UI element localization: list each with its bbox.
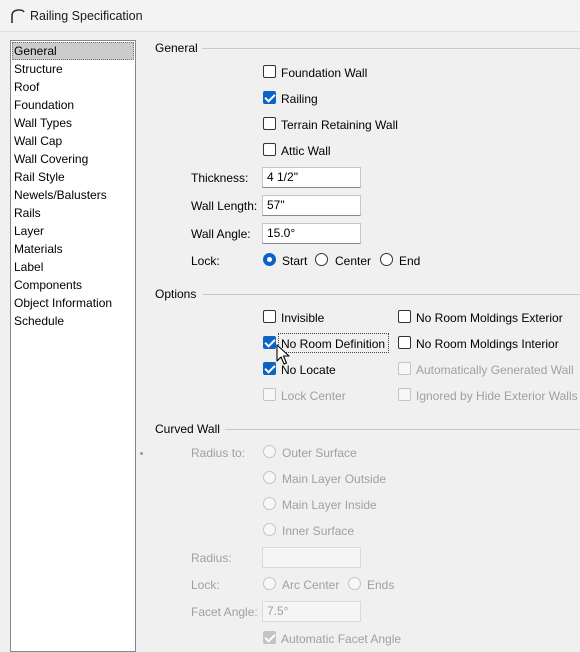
foundation-wall-label: Foundation Wall (281, 66, 368, 80)
nav-item-general[interactable]: General (12, 42, 134, 60)
facet-angle-input: 7.5° (262, 601, 361, 622)
nav-item-label[interactable]: Label (12, 258, 134, 276)
no-room-moldings-exterior-checkbox[interactable] (398, 310, 411, 323)
category-list[interactable]: General Structure Roof Foundation Wall T… (10, 40, 136, 652)
lock-center-radio[interactable] (315, 253, 328, 266)
radius-to-label: Radius to: (191, 446, 246, 460)
nav-item-layer[interactable]: Layer (12, 222, 134, 240)
wall-length-label: Wall Length: (191, 199, 258, 213)
automatic-facet-angle-checkbox (263, 631, 276, 644)
inner-surface-radio (263, 523, 276, 536)
wall-angle-input[interactable]: 15.0° (262, 223, 361, 244)
terrain-retaining-wall-label: Terrain Retaining Wall (281, 118, 398, 132)
radius-label: Radius: (191, 551, 232, 565)
ends-label: Ends (367, 578, 395, 592)
lock-start-label: Start (282, 254, 308, 268)
thickness-input[interactable]: 4 1/2" (262, 167, 361, 188)
nav-item-rail-style[interactable]: Rail Style (12, 168, 134, 186)
options-group-divider (203, 294, 580, 295)
automatically-generated-wall-checkbox (398, 362, 411, 375)
nav-item-components[interactable]: Components (12, 276, 134, 294)
lock-center-option-label: Lock Center (281, 389, 346, 403)
facet-angle-label: Facet Angle: (191, 605, 258, 619)
splitter-grip[interactable] (140, 452, 143, 455)
curved-wall-app-icon (11, 9, 25, 23)
attic-wall-label: Attic Wall (281, 144, 331, 158)
railing-checkbox[interactable] (263, 91, 276, 104)
nav-item-roof[interactable]: Roof (12, 78, 134, 96)
no-room-moldings-exterior-label: No Room Moldings Exterior (416, 311, 563, 325)
attic-wall-checkbox[interactable] (263, 143, 276, 156)
arc-center-label: Arc Center (282, 578, 340, 592)
nav-item-newels-balusters[interactable]: Newels/Balusters (12, 186, 134, 204)
ignored-by-hide-exterior-walls-checkbox (398, 388, 411, 401)
ignored-by-hide-exterior-walls-label: Ignored by Hide Exterior Walls (416, 389, 578, 403)
main-layer-outside-radio (263, 471, 276, 484)
general-group-title: General (155, 41, 198, 55)
inner-surface-label: Inner Surface (282, 524, 355, 538)
outer-surface-radio (263, 445, 276, 458)
nav-item-wall-types[interactable]: Wall Types (12, 114, 134, 132)
window-title: Railing Specification (30, 9, 143, 23)
wall-angle-label: Wall Angle: (191, 227, 251, 241)
invisible-checkbox[interactable] (263, 310, 276, 323)
curved-lock-label: Lock: (191, 578, 220, 592)
arc-center-radio (263, 577, 276, 590)
nav-item-structure[interactable]: Structure (12, 60, 134, 78)
nav-item-object-information[interactable]: Object Information (12, 294, 134, 312)
no-room-definition-label: No Room Definition (281, 337, 386, 351)
mouse-cursor-icon (276, 344, 290, 365)
foundation-wall-checkbox[interactable] (263, 65, 276, 78)
main-layer-outside-label: Main Layer Outside (282, 472, 387, 486)
lock-center-label: Center (335, 254, 372, 268)
outer-surface-label: Outer Surface (282, 446, 357, 460)
lock-end-label: End (399, 254, 421, 268)
title-bar: Railing Specification (0, 0, 580, 32)
main-layer-inside-radio (263, 497, 276, 510)
wall-length-input[interactable]: 57" (262, 195, 361, 216)
automatic-facet-angle-label: Automatic Facet Angle (281, 632, 402, 646)
nav-item-foundation[interactable]: Foundation (12, 96, 134, 114)
lock-label: Lock: (191, 254, 220, 268)
lock-end-radio[interactable] (380, 253, 393, 266)
no-room-moldings-interior-label: No Room Moldings Interior (416, 337, 559, 351)
lock-start-radio[interactable] (263, 253, 276, 266)
curved-wall-group-title: Curved Wall (155, 422, 220, 436)
nav-item-rails[interactable]: Rails (12, 204, 134, 222)
options-group-title: Options (155, 287, 197, 301)
nav-item-materials[interactable]: Materials (12, 240, 134, 258)
railing-label: Railing (281, 92, 318, 106)
thickness-label: Thickness: (191, 171, 249, 185)
no-room-definition-checkbox[interactable] (263, 336, 276, 349)
nav-item-schedule[interactable]: Schedule (12, 312, 134, 330)
ends-radio (348, 577, 361, 590)
curved-wall-group-divider (225, 429, 580, 430)
nav-item-wall-cap[interactable]: Wall Cap (12, 132, 134, 150)
terrain-retaining-wall-checkbox[interactable] (263, 117, 276, 130)
automatically-generated-wall-label: Automatically Generated Wall (416, 363, 574, 377)
no-room-moldings-interior-checkbox[interactable] (398, 336, 411, 349)
lock-center-checkbox (263, 388, 276, 401)
radius-input (262, 547, 361, 568)
general-group-divider (202, 48, 580, 49)
main-layer-inside-label: Main Layer Inside (282, 498, 377, 512)
nav-item-wall-covering[interactable]: Wall Covering (12, 150, 134, 168)
no-locate-checkbox[interactable] (263, 362, 276, 375)
invisible-label: Invisible (281, 311, 325, 325)
